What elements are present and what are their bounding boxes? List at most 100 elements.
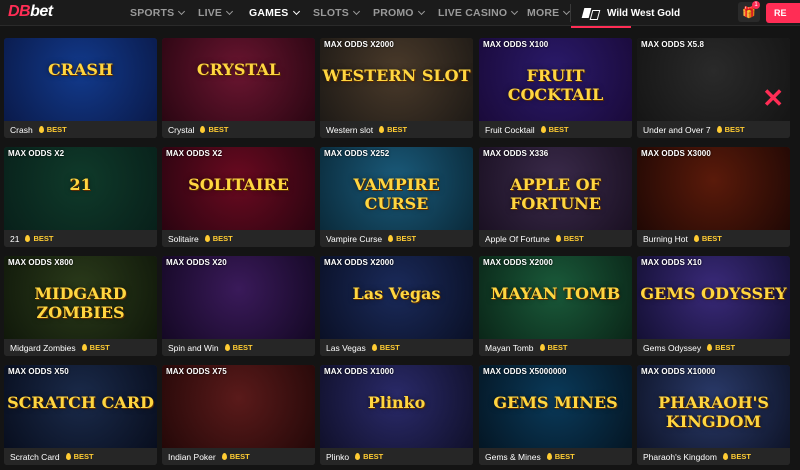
register-button[interactable]: RE xyxy=(766,3,800,23)
game-tile[interactable]: MAX ODDS X800 MIDGARD ZOMBIES Midgard Zomb… xyxy=(4,256,157,356)
game-tile[interactable]: MAX ODDS X5.8 ✕ Under and Over 7 BEST xyxy=(637,38,790,138)
flame-icon xyxy=(200,126,206,133)
flame-icon xyxy=(555,235,561,242)
game-tile[interactable]: MAX ODDS X2000 Las Vegas Las Vegas BEST xyxy=(320,256,473,356)
game-thumbnail[interactable]: MAX ODDS X20 xyxy=(162,256,315,339)
flame-icon xyxy=(224,344,230,351)
game-tile[interactable]: MAX ODDS X252 VAMPIRE CURSE Vampire Curse B… xyxy=(320,147,473,247)
best-label: BEST xyxy=(554,452,575,461)
game-tile[interactable]: MAX ODDS X3000 Burning Hot BEST xyxy=(637,147,790,247)
nav-sports[interactable]: SPORTS xyxy=(130,0,186,26)
nav-promo[interactable]: PROMO xyxy=(373,0,425,26)
game-thumbnail[interactable]: MAX ODDS X10 GEMS ODYSSEY xyxy=(637,256,790,339)
game-name[interactable]: Las Vegas xyxy=(326,343,366,353)
game-art-title: CRYSTAL xyxy=(196,60,281,79)
game-name[interactable]: Spin and Win xyxy=(168,343,219,353)
flame-icon xyxy=(716,126,722,133)
game-tile[interactable]: CRASH Crash BEST xyxy=(4,38,157,138)
game-thumbnail[interactable]: MAX ODDS X2 21 xyxy=(4,147,157,230)
game-tile[interactable]: MAX ODDS X100 FRUIT COCKTAIL Fruit Cocktai… xyxy=(479,38,632,138)
game-tile[interactable]: MAX ODDS X1000 Plinko Plinko BEST xyxy=(320,365,473,465)
game-name[interactable]: Burning Hot xyxy=(643,234,688,244)
game-thumbnail[interactable]: MAX ODDS X800 MIDGARD ZOMBIES xyxy=(4,256,157,339)
game-thumbnail[interactable]: MAX ODDS X2000 MAYAN TOMB xyxy=(479,256,632,339)
nav-more[interactable]: MORE xyxy=(527,0,571,26)
game-tile-footer: Vampire Curse BEST xyxy=(320,230,473,247)
nav-label: PROMO xyxy=(373,7,414,19)
game-thumbnail[interactable]: MAX ODDS X2 SOLITAIRE xyxy=(162,147,315,230)
max-odds-label: MAX ODDS X75 xyxy=(166,367,227,376)
best-label: BEST xyxy=(396,234,417,243)
flame-icon xyxy=(388,235,394,242)
game-tile[interactable]: MAX ODDS X75 Indian Poker BEST xyxy=(162,365,315,465)
nav-label: LIVE xyxy=(198,7,223,19)
game-name[interactable]: Western slot xyxy=(326,125,373,135)
nav-live[interactable]: LIVE xyxy=(198,0,234,26)
game-thumbnail[interactable]: MAX ODDS X75 xyxy=(162,365,315,448)
game-thumbnail[interactable]: MAX ODDS X252 VAMPIRE CURSE xyxy=(320,147,473,230)
game-name[interactable]: Plinko xyxy=(326,452,349,462)
game-name[interactable]: Under and Over 7 xyxy=(643,125,711,135)
game-name[interactable]: Gems Odyssey xyxy=(643,343,701,353)
game-thumbnail[interactable]: MAX ODDS X5.8 ✕ xyxy=(637,38,790,121)
game-thumbnail[interactable]: MAX ODDS X5000000 GEMS MINES xyxy=(479,365,632,448)
game-name[interactable]: Pharaoh's Kingdom xyxy=(643,452,717,462)
game-tile[interactable]: MAX ODDS X10000 PHARAOH'S KINGDOM Pharaoh'… xyxy=(637,365,790,465)
game-name[interactable]: Gems & Mines xyxy=(485,452,541,462)
max-odds-label: MAX ODDS X3000 xyxy=(641,149,711,158)
game-name[interactable]: Crystal xyxy=(168,125,194,135)
game-thumbnail[interactable]: MAX ODDS X2000 Las Vegas xyxy=(320,256,473,339)
game-thumbnail[interactable]: MAX ODDS X100 FRUIT COCKTAIL xyxy=(479,38,632,121)
game-tile-footer: Pharaoh's Kingdom BEST xyxy=(637,448,790,465)
game-tile[interactable]: MAX ODDS X2000 WESTERN SLOT Western slot BE… xyxy=(320,38,473,138)
max-odds-label: MAX ODDS X50 xyxy=(8,367,69,376)
nav-games[interactable]: GAMES xyxy=(249,0,300,26)
game-tile[interactable]: MAX ODDS X2000 MAYAN TOMB Mayan Tomb BEST xyxy=(479,256,632,356)
dbbet-logo[interactable]: DBbet xyxy=(8,3,53,21)
nav-slots[interactable]: SLOTS xyxy=(313,0,361,26)
flame-icon xyxy=(221,453,227,460)
game-thumbnail[interactable]: CRYSTAL xyxy=(162,38,315,121)
best-label: BEST xyxy=(208,125,229,134)
notification-badge: 1 xyxy=(752,1,760,9)
game-name[interactable]: Solitaire xyxy=(168,234,199,244)
game-name[interactable]: Fruit Cocktail xyxy=(485,125,535,135)
nav-live-casino[interactable]: LIVE CASINO xyxy=(438,0,519,26)
game-name[interactable]: Vampire Curse xyxy=(326,234,382,244)
game-thumbnail[interactable]: MAX ODDS X3000 xyxy=(637,147,790,230)
provider-wild-west-gold[interactable]: Wild West Gold xyxy=(583,0,680,26)
game-tile[interactable]: MAX ODDS X10 GEMS ODYSSEY Gems Odyssey BEST xyxy=(637,256,790,356)
game-tile[interactable]: MAX ODDS X336 APPLE OF FORTUNE Apple Of Fo… xyxy=(479,147,632,247)
game-thumbnail[interactable]: CRASH xyxy=(4,38,157,121)
game-thumbnail[interactable]: MAX ODDS X1000 Plinko xyxy=(320,365,473,448)
game-tile[interactable]: MAX ODDS X2 SOLITAIRE Solitaire BEST xyxy=(162,147,315,247)
game-thumbnail[interactable]: MAX ODDS X2000 WESTERN SLOT xyxy=(320,38,473,121)
best-label: BEST xyxy=(387,125,408,134)
game-name[interactable]: Apple Of Fortune xyxy=(485,234,550,244)
game-name[interactable]: Midgard Zombies xyxy=(10,343,76,353)
game-name[interactable]: Scratch Card xyxy=(10,452,60,462)
game-thumbnail[interactable]: MAX ODDS X336 APPLE OF FORTUNE xyxy=(479,147,632,230)
game-tile-footer: Spin and Win BEST xyxy=(162,339,315,356)
game-name[interactable]: Indian Poker xyxy=(168,452,216,462)
game-tile[interactable]: MAX ODDS X2 21 21 BEST xyxy=(4,147,157,247)
game-thumbnail[interactable]: MAX ODDS X50 SCRATCH CARD xyxy=(4,365,157,448)
game-tile-footer: Midgard Zombies BEST xyxy=(4,339,157,356)
best-badge: BEST xyxy=(707,343,735,352)
game-tile-footer: Apple Of Fortune BEST xyxy=(479,230,632,247)
game-tile[interactable]: MAX ODDS X50 SCRATCH CARD Scratch Card BEST xyxy=(4,365,157,465)
game-tile-footer: Burning Hot BEST xyxy=(637,230,790,247)
game-thumbnail[interactable]: MAX ODDS X10000 PHARAOH'S KINGDOM xyxy=(637,365,790,448)
game-name[interactable]: Crash xyxy=(10,125,33,135)
game-name[interactable]: Mayan Tomb xyxy=(485,343,534,353)
game-tile[interactable]: MAX ODDS X5000000 GEMS MINES Gems & Mines B… xyxy=(479,365,632,465)
game-tile-footer: Plinko BEST xyxy=(320,448,473,465)
game-art-title: MAYAN TOMB xyxy=(490,284,621,303)
best-badge: BEST xyxy=(539,343,568,352)
logo-bet-text: bet xyxy=(30,3,53,20)
game-tile[interactable]: CRYSTAL Crystal BEST xyxy=(162,38,315,138)
game-name[interactable]: 21 xyxy=(10,234,19,244)
game-tile[interactable]: MAX ODDS X20 Spin and Win BEST xyxy=(162,256,315,356)
game-tile-footer: Western slot BEST xyxy=(320,121,473,138)
max-odds-label: MAX ODDS X252 xyxy=(324,149,390,158)
